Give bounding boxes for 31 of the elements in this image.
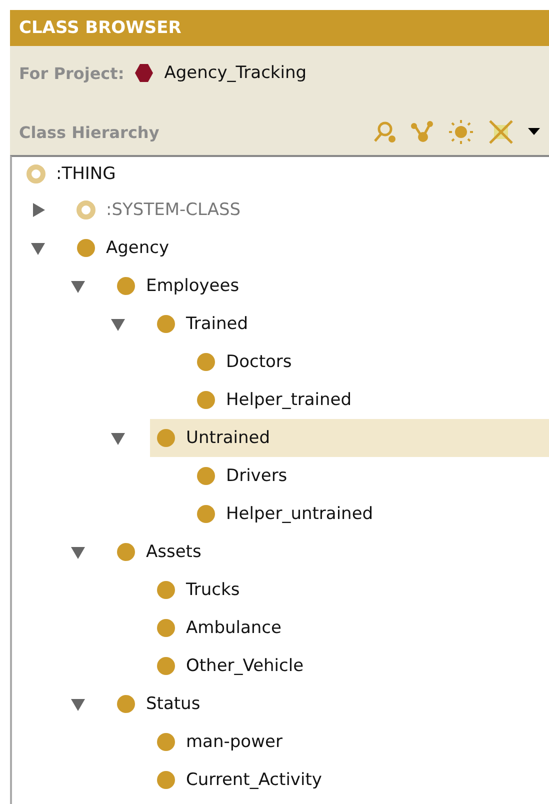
tree-item[interactable]: Helper_trained: [190, 381, 549, 419]
project-label: For Project:: [19, 64, 124, 82]
tree-item[interactable]: :SYSTEM-CLASS: [70, 191, 549, 229]
tree-item[interactable]: Status: [110, 685, 549, 723]
tree-item[interactable]: Assets: [110, 533, 549, 571]
tree-item[interactable]: :THING: [20, 155, 549, 193]
project-icon: [134, 63, 154, 83]
expanded-triangle-icon[interactable]: [110, 316, 126, 332]
hierarchy-label: Class Hierarchy: [19, 122, 160, 142]
project-name: Agency_Tracking: [164, 63, 307, 83]
tree-item[interactable]: Current_Activity: [150, 761, 549, 799]
expanded-triangle-icon[interactable]: [70, 696, 86, 712]
tree-item[interactable]: Untrained: [150, 419, 549, 457]
tree-item[interactable]: Drivers: [190, 457, 549, 495]
tree-item[interactable]: Helper_untrained: [190, 495, 549, 533]
tree-item[interactable]: Other_Vehicle: [150, 647, 549, 685]
expanded-triangle-icon[interactable]: [110, 430, 126, 446]
tree-item[interactable]: man-power: [150, 723, 549, 761]
panel-title: CLASS BROWSER: [19, 18, 182, 38]
tree-item[interactable]: Ambulance: [150, 609, 549, 647]
tree-item[interactable]: Trucks: [150, 571, 549, 609]
dropdown-caret-icon[interactable]: [528, 128, 540, 136]
tree-item[interactable]: Doctors: [190, 343, 549, 381]
tree-item[interactable]: Employees: [110, 267, 549, 305]
node-branch-icon[interactable]: [410, 120, 434, 144]
tree-item[interactable]: Agency: [70, 229, 549, 267]
expanded-triangle-icon[interactable]: [30, 240, 46, 256]
expanded-triangle-icon[interactable]: [70, 544, 86, 560]
tree-item[interactable]: Trained: [150, 305, 549, 343]
collapsed-triangle-icon[interactable]: [30, 202, 46, 218]
expanded-triangle-icon[interactable]: [70, 278, 86, 294]
